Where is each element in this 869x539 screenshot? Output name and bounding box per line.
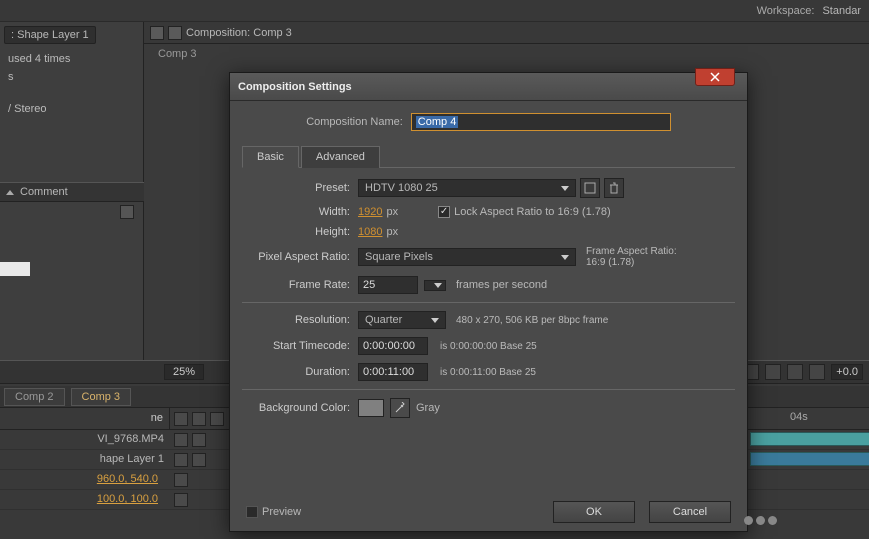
ok-button[interactable]: OK xyxy=(553,501,635,523)
left-text-s: s xyxy=(4,68,139,86)
comment-label: Comment xyxy=(20,186,68,198)
dialog-titlebar[interactable]: Composition Settings xyxy=(230,73,747,101)
link-icon[interactable] xyxy=(174,433,188,447)
layer-clip[interactable] xyxy=(750,452,869,466)
white-block xyxy=(0,262,30,276)
panel-icon[interactable] xyxy=(150,26,164,40)
link-icon[interactable] xyxy=(174,493,188,507)
preview-checkbox-row[interactable]: Preview xyxy=(246,506,301,518)
comp-name-label: Composition Name: xyxy=(306,116,411,128)
par-label: Pixel Aspect Ratio: xyxy=(242,251,358,263)
framerate-dropdown[interactable] xyxy=(424,280,446,291)
stereo-text: / Stereo xyxy=(4,100,139,118)
far-value: 16:9 (1.78) xyxy=(586,257,677,268)
tab-advanced[interactable]: Advanced xyxy=(301,146,380,168)
resize-grip-icon xyxy=(744,516,777,525)
camera-icon[interactable] xyxy=(787,364,803,380)
save-preset-icon[interactable] xyxy=(580,178,600,198)
preview-checkbox[interactable] xyxy=(246,506,258,518)
tab-comp3[interactable]: Comp 3 xyxy=(71,388,132,406)
slash-icon[interactable] xyxy=(192,433,206,447)
tab-basic[interactable]: Basic xyxy=(242,146,299,168)
position-value[interactable]: 960.0, 540.0 xyxy=(91,471,164,487)
switch-icon-3[interactable] xyxy=(210,412,224,426)
start-timecode-label: Start Timecode: xyxy=(242,340,358,352)
layer-name[interactable]: hape Layer 1 xyxy=(0,450,170,469)
flowchart-icon[interactable] xyxy=(120,205,134,219)
workspace-value[interactable]: Standar xyxy=(822,5,861,17)
composition-settings-dialog: Composition Settings Composition Name: C… xyxy=(229,72,748,532)
preview-label: Preview xyxy=(262,506,301,518)
comp-icon[interactable] xyxy=(168,26,182,40)
dialog-title-text: Composition Settings xyxy=(238,81,352,93)
framerate-label: Frame Rate: xyxy=(242,279,358,291)
fps-text: frames per second xyxy=(456,279,547,291)
workspace-label: Workspace: xyxy=(757,5,815,17)
comp-breadcrumb[interactable]: Comp 3 xyxy=(144,44,869,64)
px-text: px xyxy=(386,226,398,238)
chevron-down-icon xyxy=(561,186,569,191)
shape-layer-pill[interactable]: : Shape Layer 1 xyxy=(4,26,96,44)
comp-name-input[interactable]: Comp 4 xyxy=(411,113,671,131)
composition-tab-label[interactable]: Composition: Comp 3 xyxy=(186,27,292,39)
start-timecode-info: is 0:00:00:00 Base 25 xyxy=(440,341,537,352)
left-panel: : Shape Layer 1 used 4 times s / Stereo xyxy=(0,22,144,382)
lock-aspect-label: Lock Aspect Ratio to 16:9 (1.78) xyxy=(454,206,611,218)
height-label: Height: xyxy=(242,226,358,238)
lock-aspect-checkbox[interactable] xyxy=(438,206,450,218)
resolution-dropdown[interactable]: Quarter xyxy=(358,311,446,329)
close-icon xyxy=(710,72,720,82)
framerate-input[interactable]: 25 xyxy=(358,276,418,294)
layer-name[interactable]: VI_9768.MP4 xyxy=(0,430,170,449)
exposure-value[interactable]: +0.0 xyxy=(831,364,863,380)
duration-input[interactable]: 0:00:11:00 xyxy=(358,363,428,381)
duration-info: is 0:00:11:00 Base 25 xyxy=(440,367,536,378)
tab-comp2[interactable]: Comp 2 xyxy=(4,388,65,406)
height-value[interactable]: 1080 xyxy=(358,226,382,238)
close-button[interactable] xyxy=(695,68,735,86)
preset-dropdown[interactable]: HDTV 1080 25 xyxy=(358,179,576,197)
resolution-label: Resolution: xyxy=(242,314,358,326)
used-times-text: used 4 times xyxy=(4,50,139,68)
switch-icon-1[interactable] xyxy=(174,412,188,426)
chevron-down-icon xyxy=(431,318,439,323)
width-label: Width: xyxy=(242,206,358,218)
source-name-header[interactable]: ne xyxy=(0,408,170,429)
chevron-down-icon xyxy=(434,283,442,288)
slash-icon[interactable] xyxy=(192,453,206,467)
switch-icon-2[interactable] xyxy=(192,412,206,426)
width-value[interactable]: 1920 xyxy=(358,206,382,218)
chevron-up-icon xyxy=(6,190,14,195)
far-label: Frame Aspect Ratio: xyxy=(586,246,677,257)
viewer-icon-4[interactable] xyxy=(809,364,825,380)
link-icon[interactable] xyxy=(174,453,188,467)
chevron-down-icon xyxy=(561,255,569,260)
duration-label: Duration: xyxy=(242,366,358,378)
cancel-button[interactable]: Cancel xyxy=(649,501,731,523)
trash-icon[interactable] xyxy=(604,178,624,198)
start-timecode-input[interactable]: 0:00:00:00 xyxy=(358,337,428,355)
zoom-dropdown[interactable]: 25% xyxy=(164,364,204,380)
bgcolor-swatch[interactable] xyxy=(358,399,384,417)
ruler-mark: 04s xyxy=(790,411,808,423)
layer-clip[interactable] xyxy=(750,432,869,446)
par-dropdown[interactable]: Square Pixels xyxy=(358,248,576,266)
bgcolor-label: Background Color: xyxy=(242,402,358,414)
bgcolor-name: Gray xyxy=(416,402,440,414)
eyedropper-icon[interactable] xyxy=(390,398,410,418)
px-text: px xyxy=(386,206,398,218)
scale-value[interactable]: 100.0, 100.0 xyxy=(91,491,164,507)
resolution-info: 480 x 270, 506 KB per 8bpc frame xyxy=(456,315,608,326)
preset-label: Preset: xyxy=(242,182,358,194)
link-icon[interactable] xyxy=(174,473,188,487)
viewer-icon-2[interactable] xyxy=(765,364,781,380)
comment-header[interactable]: Comment xyxy=(0,182,144,202)
